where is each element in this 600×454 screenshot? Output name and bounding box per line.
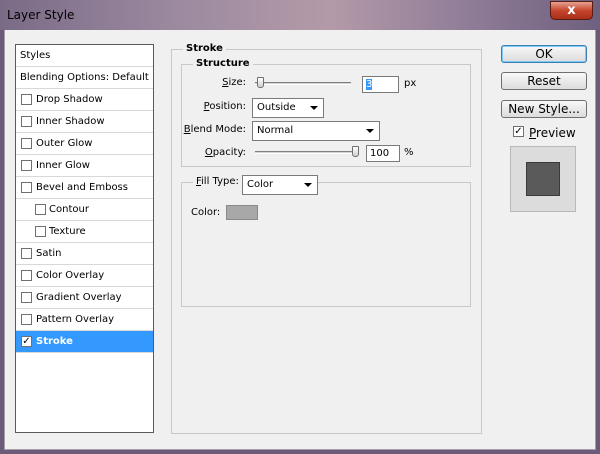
reset-button[interactable]: Reset — [501, 72, 587, 90]
fill-group: Fill Type: Color Color: — [181, 175, 471, 307]
fill-type-label: Fill Type: — [193, 176, 242, 187]
style-item-styles[interactable]: Styles — [16, 45, 153, 67]
style-item-contour[interactable]: Contour — [16, 199, 153, 221]
blend-mode-select[interactable]: Normal — [252, 121, 380, 141]
style-item-label: Blending Options: Default — [20, 72, 149, 83]
blend-mode-label: Blend Mode: — [183, 124, 246, 135]
style-item-label: Inner Glow — [36, 160, 90, 171]
style-item-satin[interactable]: Satin — [16, 243, 153, 265]
style-checkbox[interactable]: ✓ — [21, 336, 32, 347]
window-title: Layer Style — [7, 8, 75, 22]
style-item-texture[interactable]: Texture — [16, 221, 153, 243]
style-item-label: Drop Shadow — [36, 94, 103, 105]
style-item-label: Bevel and Emboss — [36, 182, 128, 193]
style-item-label: Texture — [49, 226, 86, 237]
style-item-stroke[interactable]: ✓ Stroke — [16, 331, 153, 353]
opacity-input[interactable]: 100 — [366, 145, 400, 162]
style-checkbox[interactable] — [35, 204, 46, 215]
style-item-pattern-overlay[interactable]: Pattern Overlay — [16, 309, 153, 331]
style-item-label: Pattern Overlay — [36, 314, 115, 325]
style-item-drop-shadow[interactable]: Drop Shadow — [16, 89, 153, 111]
style-item-label: Contour — [49, 204, 89, 215]
dialog-client: Styles Blending Options: Default Drop Shad… — [4, 30, 596, 450]
style-item-label: Inner Shadow — [36, 116, 105, 127]
style-item-label: Outer Glow — [36, 138, 93, 149]
style-checkbox[interactable] — [35, 226, 46, 237]
opacity-slider-track[interactable] — [255, 151, 359, 154]
position-select[interactable]: Outside — [252, 98, 324, 118]
style-checkbox[interactable] — [21, 182, 32, 193]
stroke-group-title: Stroke — [183, 43, 226, 54]
title-bar[interactable]: Layer Style x — [0, 0, 600, 30]
color-swatch[interactable] — [226, 205, 258, 220]
style-item-inner-glow[interactable]: Inner Glow — [16, 155, 153, 177]
chevron-down-icon — [366, 129, 374, 133]
ok-button[interactable]: OK — [501, 45, 587, 63]
opacity-slider-thumb[interactable] — [352, 146, 359, 157]
style-checkbox[interactable] — [21, 94, 32, 105]
chevron-down-icon — [310, 106, 318, 110]
size-label: Size: — [222, 77, 246, 88]
chevron-down-icon — [304, 183, 312, 187]
style-item-label: Color Overlay — [36, 270, 105, 281]
structure-group: Structure Size: 3 px Position: Outside B… — [181, 58, 471, 167]
style-checkbox[interactable] — [21, 292, 32, 303]
size-input[interactable]: 3 — [362, 76, 399, 93]
structure-group-title: Structure — [193, 58, 253, 69]
close-button[interactable]: x — [550, 1, 593, 20]
style-checkbox[interactable] — [21, 160, 32, 171]
preview-thumbnail — [510, 146, 576, 212]
color-label: Color: — [191, 207, 221, 218]
style-item-label: Gradient Overlay — [36, 292, 122, 303]
style-checkbox[interactable] — [21, 270, 32, 281]
style-item-inner-shadow[interactable]: Inner Shadow — [16, 111, 153, 133]
style-item-label: Styles — [20, 50, 51, 61]
opacity-label: Opacity: — [204, 147, 246, 158]
preview-checkbox[interactable]: ✓ — [513, 126, 524, 137]
style-item-label: Satin — [36, 248, 62, 259]
close-icon: x — [567, 3, 576, 18]
style-item-bevel-and-emboss[interactable]: Bevel and Emboss — [16, 177, 153, 199]
style-item-label: Stroke — [36, 336, 73, 347]
style-item-gradient-overlay[interactable]: Gradient Overlay — [16, 287, 153, 309]
style-checkbox[interactable] — [21, 248, 32, 259]
size-unit: px — [404, 78, 417, 89]
new-style-button[interactable]: New Style... — [501, 100, 587, 118]
fill-type-select[interactable]: Color — [242, 175, 318, 195]
style-item-blending-options-default[interactable]: Blending Options: Default — [16, 67, 153, 89]
style-checkbox[interactable] — [21, 314, 32, 325]
style-item-color-overlay[interactable]: Color Overlay — [16, 265, 153, 287]
style-checkbox[interactable] — [21, 116, 32, 127]
preview-label[interactable]: Preview — [529, 126, 576, 140]
size-slider-track[interactable] — [255, 82, 351, 85]
size-slider-thumb[interactable] — [256, 77, 264, 88]
style-item-outer-glow[interactable]: Outer Glow — [16, 133, 153, 155]
position-label: Position: — [203, 101, 246, 112]
style-checkbox[interactable] — [21, 138, 32, 149]
styles-list: Styles Blending Options: Default Drop Shad… — [15, 44, 154, 433]
preview-swatch — [526, 162, 560, 196]
opacity-unit: % — [404, 147, 414, 158]
